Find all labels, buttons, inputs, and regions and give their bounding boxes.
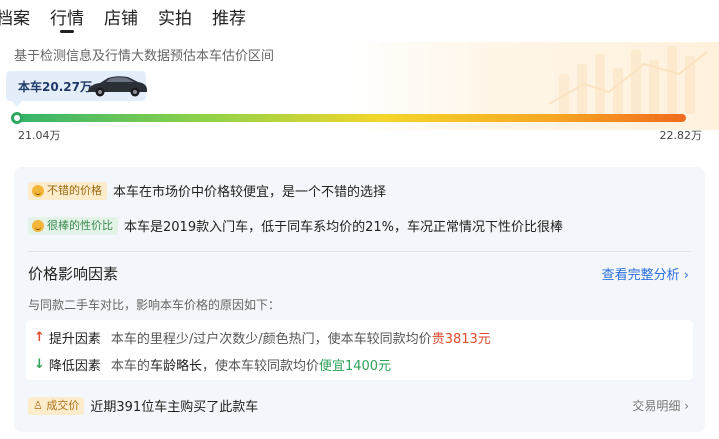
factor-up-delta: 贵3813元 bbox=[431, 332, 491, 347]
range-min-label: 21.04万 bbox=[18, 129, 61, 142]
price-range-bar bbox=[16, 114, 686, 122]
factor-down-text-prefix: 本车的 bbox=[110, 359, 150, 374]
full-analysis-link[interactable]: 查看完整分析 › bbox=[602, 264, 689, 283]
deal-details-link[interactable]: 交易明细 › bbox=[632, 397, 689, 414]
deal-tag-label: 成交价 bbox=[46, 398, 80, 412]
tab-recommend[interactable]: 推荐 bbox=[212, 0, 246, 38]
deal-text: 近期391位车主购买了此款车 bbox=[90, 400, 259, 415]
good-price-tag: 不错的价格 bbox=[28, 181, 107, 200]
factor-up-row: ↑ 提升因素 本车的里程少/过户次数少/颜色热门，使本车较同款均价 贵3813元 bbox=[34, 328, 491, 347]
evaluation-panel: 不错的价格 本车在市场价中价格较便宜，是一个不错的选择 很棒的性价比 本车是20… bbox=[14, 167, 705, 432]
deal-details-label: 交易明细 bbox=[632, 399, 681, 413]
factor-up-text: 本车的里程少/过户次数少/颜色热门，使本车较同款均价 bbox=[110, 332, 432, 347]
current-price-label: 本车20.27万 bbox=[18, 79, 92, 94]
factors-box: ↑ 提升因素 本车的里程少/过户次数少/颜色热门，使本车较同款均价 贵3813元… bbox=[26, 320, 693, 380]
price-position-marker bbox=[11, 112, 23, 124]
smile-icon bbox=[32, 219, 44, 232]
good-price-text: 本车在市场价中价格较便宜，是一个不错的选择 bbox=[113, 185, 387, 200]
value-tag-label: 很棒的性价比 bbox=[47, 218, 113, 232]
divider bbox=[28, 251, 691, 252]
valuation-section: 基于检测信息及行情大数据预估本车估价区间 本车20.27万 21.04万 22.… bbox=[0, 38, 719, 148]
car-icon bbox=[88, 76, 147, 97]
factors-title: 价格影响因素 bbox=[28, 265, 119, 283]
factors-subtitle: 与同款二手车对比，影响本车价格的原因如下： bbox=[28, 298, 281, 312]
chevron-right-icon: › bbox=[684, 399, 689, 413]
smile-icon bbox=[32, 184, 44, 197]
factor-down-text-bold: 车龄略长 bbox=[149, 359, 202, 374]
value-row: 很棒的性价比 本车是2019款入门车，低于同车系均价的21%，车况正常情况下性价… bbox=[28, 216, 563, 235]
factor-down-delta: 便宜1400元 bbox=[318, 359, 392, 374]
factor-down-row: ↓ 降低因素 本车的 车龄略长 ，使本车较同款均价 便宜1400元 bbox=[34, 355, 391, 374]
deal-row: ♙ 成交价 近期391位车主购买了此款车 bbox=[28, 396, 258, 415]
value-tag: 很棒的性价比 bbox=[28, 216, 118, 235]
value-text: 本车是2019款入门车，低于同车系均价的21%，车况正常情况下性价比很棒 bbox=[124, 220, 563, 235]
bag-icon: ♙ bbox=[33, 398, 43, 412]
chevron-right-icon: › bbox=[683, 268, 689, 283]
full-analysis-label: 查看完整分析 bbox=[601, 268, 680, 283]
arrow-up-icon: ↑ bbox=[34, 330, 45, 345]
tab-market[interactable]: 行情 bbox=[50, 0, 84, 38]
current-price-badge: 本车20.27万 bbox=[6, 71, 147, 101]
badge-pointer bbox=[12, 101, 22, 107]
tab-photos[interactable]: 实拍 bbox=[158, 0, 192, 38]
good-price-tag-label: 不错的价格 bbox=[47, 183, 102, 197]
deal-tag: ♙ 成交价 bbox=[28, 396, 85, 415]
factor-up-label: 提升因素 bbox=[48, 332, 101, 347]
tab-archive[interactable]: 档案 bbox=[0, 0, 30, 38]
arrow-down-icon: ↓ bbox=[34, 357, 45, 372]
factor-down-text-suffix: ，使本车较同款均价 bbox=[201, 359, 319, 374]
valuation-subtitle: 基于检测信息及行情大数据预估本车估价区间 bbox=[14, 49, 275, 64]
good-price-row: 不错的价格 本车在市场价中价格较便宜，是一个不错的选择 bbox=[28, 181, 386, 200]
range-max-label: 22.82万 bbox=[659, 129, 703, 142]
tab-store[interactable]: 店铺 bbox=[104, 0, 138, 38]
factor-down-label: 降低因素 bbox=[48, 359, 101, 374]
tab-bar: 档案 行情 店铺 实拍 推荐 bbox=[0, 0, 719, 38]
